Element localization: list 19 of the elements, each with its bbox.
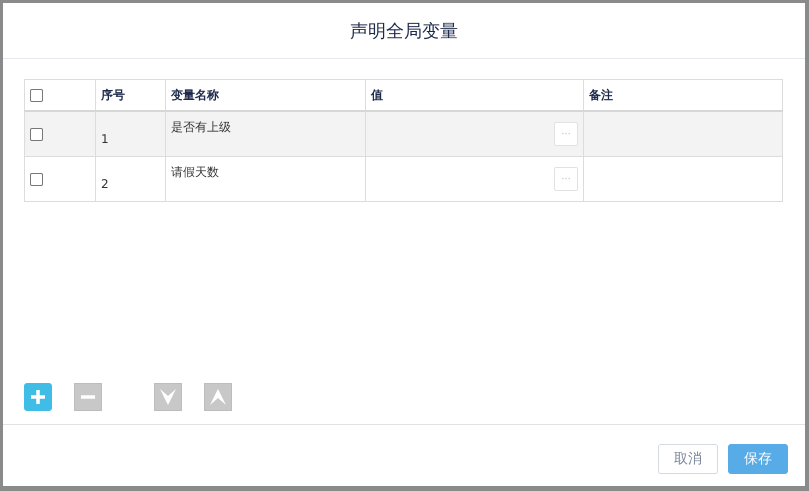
- save-button[interactable]: 保存: [728, 444, 788, 474]
- table-cell: 2: [96, 156, 166, 202]
- table-cell: 是否有上级: [166, 111, 366, 156]
- table-cell: 请假天数: [166, 156, 366, 202]
- cancel-button[interactable]: 取消: [658, 444, 718, 474]
- table-row[interactable]: 2 请假天数 ···: [24, 156, 782, 202]
- table-row[interactable]: 1 是否有上级 ···: [24, 111, 782, 156]
- dialog-title: 声明全局变量: [350, 20, 458, 42]
- more-button[interactable]: ···: [554, 122, 578, 146]
- checkbox[interactable]: [30, 173, 43, 186]
- minus-icon: [80, 395, 96, 399]
- chevron-down-icon: [160, 389, 176, 405]
- checkbox[interactable]: [30, 128, 43, 142]
- table-cell: 1: [96, 111, 166, 156]
- checkbox[interactable]: [30, 89, 43, 102]
- add-button[interactable]: [24, 383, 52, 411]
- more-button[interactable]: ···: [554, 167, 578, 191]
- plus-icon: [30, 389, 46, 405]
- chevron-up-icon: [210, 389, 226, 405]
